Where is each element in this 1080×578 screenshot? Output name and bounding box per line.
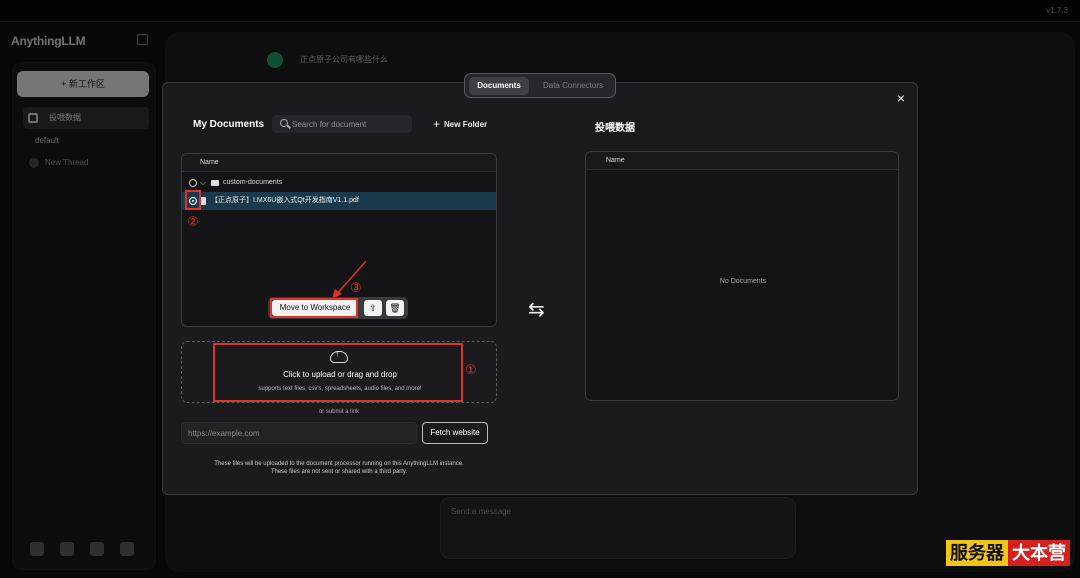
submit-link-label: or submit a link: [318, 409, 360, 415]
watermark-part-1: 服务器: [946, 540, 1008, 566]
annotation-arrow: [332, 260, 367, 299]
annotation-box-upload: [213, 343, 463, 402]
watermark-logo: 服务器 大本营: [946, 540, 1070, 566]
folder-row[interactable]: ⌵ custom-documents: [182, 174, 496, 192]
new-folder-button[interactable]: + New Folder: [433, 117, 487, 131]
export-icon[interactable]: ⇪: [364, 300, 382, 316]
folder-checkbox[interactable]: [189, 179, 197, 187]
trash-icon[interactable]: 🗑: [386, 300, 404, 316]
watermark-part-2: 大本营: [1008, 540, 1070, 566]
fetch-website-button[interactable]: Fetch website: [422, 422, 488, 444]
workspace-documents-table: Name No Documents: [585, 151, 899, 401]
search-icon: [280, 119, 288, 127]
plus-icon: +: [433, 117, 441, 131]
search-input[interactable]: [292, 116, 408, 132]
annotation-box-checkbox: [185, 190, 201, 210]
annotation-box-move: [270, 298, 358, 318]
new-folder-label: New Folder: [444, 120, 488, 129]
table-header-name: Name: [182, 154, 496, 172]
empty-state-label: No Documents: [719, 278, 767, 285]
folder-name: custom-documents: [223, 179, 283, 186]
url-input[interactable]: [181, 422, 417, 444]
search-box: [272, 115, 412, 133]
folder-icon: [211, 180, 219, 186]
upload-notice-line-2: These files are not sent or shared with …: [270, 469, 408, 475]
upload-notice: These files will be uploaded to the docu…: [181, 460, 497, 476]
my-documents-table: Name ⌵ custom-documents 【正点原子】I.MX6U嵌入式Q…: [181, 153, 497, 327]
file-name: 【正点原子】I.MX6U嵌入式Qt开发指南V1.1.pdf: [211, 197, 359, 204]
documents-modal: × My Documents +New Folder Name ⌵ custom…: [162, 82, 918, 495]
ws-table-header-name: Name: [586, 152, 898, 170]
annotation-2: ②: [187, 214, 199, 229]
my-documents-title: My Documents: [193, 119, 265, 130]
swap-arrows-icon: ⇆: [528, 299, 545, 321]
upload-notice-line-1: These files will be uploaded to the docu…: [214, 461, 464, 467]
file-row[interactable]: 【正点原子】I.MX6U嵌入式Qt开发指南V1.1.pdf: [182, 192, 496, 210]
annotation-1: ①: [465, 362, 477, 377]
close-button[interactable]: ×: [893, 90, 909, 106]
tab-data-connectors[interactable]: Data Connectors: [535, 77, 611, 95]
workspace-docs-title: 投喂数据: [595, 123, 635, 134]
modal-tabs: Documents Data Connectors: [464, 73, 616, 98]
tab-documents[interactable]: Documents: [469, 77, 529, 95]
